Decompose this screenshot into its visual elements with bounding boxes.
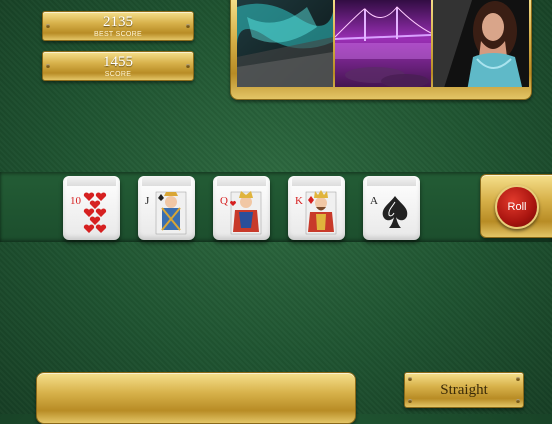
score-label: SCORE [104,71,132,78]
combination-plate: Straight [404,372,524,408]
roll-plate: Roll [480,174,552,238]
die-rank: 10 [70,195,81,207]
card-face-10-hearts: 10 [67,188,116,236]
woman-portrait-image[interactable] [433,0,529,87]
card-face-ace-spades: A [367,188,416,236]
score-value: 1455 [103,54,133,70]
result-plate [36,372,356,424]
die-5[interactable]: A [363,176,420,240]
card-face-jack-spades: J [142,188,191,236]
die-top-face [217,176,266,186]
die-top-face [142,176,191,186]
card-face-king-diamonds: K [292,188,341,236]
die-4[interactable]: K [288,176,345,240]
die-top-face [292,176,341,186]
die-rank: J [145,195,150,207]
jack-figure-icon [155,191,187,235]
die-rank: K [295,195,303,207]
die-3[interactable]: Q [213,176,270,240]
rivet [516,399,520,403]
rivet [46,64,50,68]
combination-label: Straight [440,382,488,398]
rivet [46,24,50,28]
roll-button[interactable]: Roll [495,185,539,229]
purple-bridge-image[interactable] [335,0,431,87]
rivet [408,399,412,403]
best-score-value: 2135 [103,14,133,30]
teal-abstract-image[interactable] [237,0,333,87]
die-rank: A [370,195,378,207]
die-rank: Q [220,195,228,207]
die-top-face [367,176,416,186]
rivet [186,64,190,68]
rivet [516,377,520,381]
rivet [186,24,190,28]
best-score-label: BEST SCORE [94,31,142,38]
best-score-plaque: 2135 BEST SCORE [42,11,194,41]
die-top-face [67,176,116,186]
card-face-queen-hearts: Q [217,188,266,236]
die-1[interactable]: 10 [63,176,120,240]
die-2[interactable]: J [138,176,195,240]
rivet [408,377,412,381]
score-plaque: 1455 SCORE [42,51,194,81]
photo-gallery [230,0,532,100]
